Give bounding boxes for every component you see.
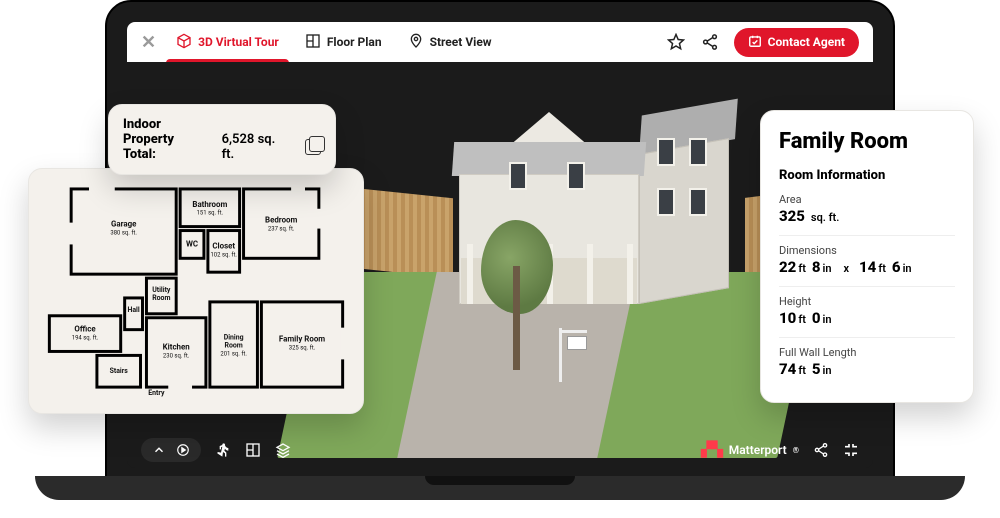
topbar: ✕ 3D Virtual Tour Floor Plan Street View [127,22,873,62]
spec-dimensions: Dimensions 22ft 8in x 14ft 6in [779,244,955,276]
room-label: Room [225,341,243,349]
room-area: 102 sq. ft. [210,251,237,258]
tab-floor-plan[interactable]: Floor Plan [299,22,388,62]
room-label: Family Room [279,335,325,344]
tab-label: Floor Plan [327,35,382,49]
yard-sign [559,328,589,382]
area-unit: sq. ft. [811,211,839,224]
tab-street-view[interactable]: Street View [402,22,498,62]
spec-area: Area 325 sq. ft. [779,193,955,225]
property-total-card: Indoor Property Total: 6,528 sq. ft. [108,104,336,175]
room-area: 380 sq. ft. [110,230,137,237]
spec-label: Area [779,193,955,206]
floorplan-icon [305,33,321,52]
layers-icon[interactable] [275,442,291,458]
contact-agent-label: Contact Agent [768,35,845,49]
indoor-label: Indoor [123,117,321,132]
tab-label: Street View [430,35,492,49]
room-label: Dining [224,334,244,342]
spec-label: Full Wall Length [779,346,955,359]
close-icon[interactable]: ✕ [141,32,156,53]
playback-group [141,438,201,462]
laptop-notch [425,476,575,485]
brand-label: Matterport [729,443,787,457]
spec-label: Dimensions [779,244,955,257]
property-total-value: 6,528 [222,132,255,147]
room-info-heading: Room Information [779,168,955,183]
share-icon[interactable] [813,442,829,458]
property-total-label: Property Total: [123,132,210,162]
chevron-up-icon[interactable] [151,442,167,458]
play-icon[interactable] [175,442,191,458]
room-area: 151 sq. ft. [197,210,224,217]
favorite-icon[interactable] [666,32,686,52]
spec-wall-length: Full Wall Length 74ft 5in [779,346,955,378]
contact-agent-button[interactable]: Contact Agent [734,28,859,57]
room-label: Closet [212,241,235,250]
tab-3d-virtual-tour[interactable]: 3D Virtual Tour [170,22,285,62]
copy-icon[interactable] [305,139,321,155]
room-label: Office [74,325,96,334]
room-label: Room [152,294,170,302]
floorplan-svg[interactable]: Garage 380 sq. ft. Bathroom 151 sq. ft. … [43,183,349,399]
room-area: 201 sq. ft. [220,350,247,357]
fullscreen-exit-icon[interactable] [843,442,859,458]
share-icon[interactable] [700,32,720,52]
room-label: Bathroom [192,200,227,209]
tab-label: 3D Virtual Tour [198,35,279,49]
room-label: WC [186,239,198,248]
cube-icon [176,33,192,52]
matterport-logo-icon: ▞▚ [701,442,723,458]
room-area: 237 sq. ft. [268,226,295,233]
floorplan-card: Garage 380 sq. ft. Bathroom 151 sq. ft. … [28,168,364,414]
calendar-check-icon [748,34,762,51]
pin-icon [408,33,424,52]
room-area: 230 sq. ft. [163,352,190,359]
room-area: 325 sq. ft. [289,344,316,351]
room-label: Entry [148,389,165,397]
viewer-toolbar: ▞▚ Matterport® [127,432,873,468]
area-value: 325 [779,207,805,225]
room-label: Bedroom [265,216,297,225]
room-area: 194 sq. ft. [72,335,99,342]
walk-icon[interactable] [215,442,231,458]
room-title: Family Room [779,129,955,154]
room-label: Utility [152,286,171,294]
spec-height: Height 10ft 0in [779,295,955,327]
floorplan-mode-icon[interactable] [245,442,261,458]
room-label: Hall [127,306,139,314]
room-label: Garage [111,220,137,229]
room-label: Stairs [110,367,129,375]
room-label: Kitchen [163,342,191,351]
tree [475,220,559,370]
spec-label: Height [779,295,955,308]
matterport-brand: ▞▚ Matterport® [701,442,799,458]
room-info-card: Family Room Room Information Area 325 sq… [760,110,974,403]
